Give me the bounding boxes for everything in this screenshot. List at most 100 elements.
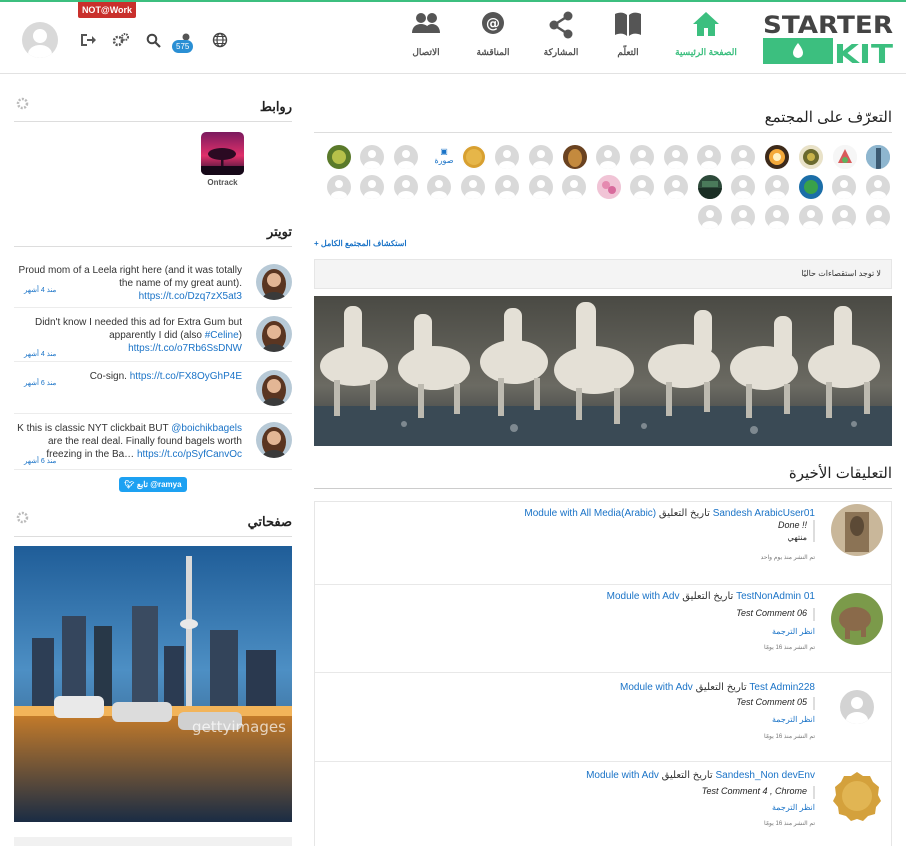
tweet-link[interactable]: https://t.co/pSyfCanvOc [137,449,242,460]
tweet-author-avatar[interactable] [256,370,292,406]
member-avatar-default[interactable] [832,205,856,229]
member-avatar-default[interactable] [698,205,722,229]
member-avatar-default[interactable] [596,145,620,169]
ontrack-link-image[interactable] [201,132,244,175]
member-avatar-default[interactable] [360,145,384,169]
commenter-avatar[interactable] [840,690,874,724]
member-avatar-default[interactable] [731,175,755,199]
ontrack-link-label[interactable]: Ontrack [196,178,249,187]
community-title: التعرّف على المجتمع [314,108,892,133]
tweet-text: K this is classic NYT clickbait BUT @boi… [17,423,242,460]
tweet-age[interactable]: منذ 6 أشهر [24,457,56,465]
comment-module-link[interactable]: Module with Adv [607,591,680,602]
member-avatar-default[interactable] [394,175,418,199]
bottom-widget-strip [14,837,292,846]
tweet-item: Didn't know I needed this ad for Extra G… [14,308,292,362]
comment-user-link[interactable]: Test Admin228 [749,682,815,693]
member-avatar[interactable] [597,175,621,199]
member-avatar-default[interactable] [495,145,519,169]
tweet-item: K this is classic NYT clickbait BUT @boi… [14,414,292,470]
member-avatar-default[interactable] [495,175,519,199]
member-avatar-default[interactable] [697,145,721,169]
nav-home[interactable]: الصفحة الرئيسية [671,8,741,66]
member-avatar-default[interactable] [832,175,856,199]
comment-module-link[interactable]: Module with All Media(Arabic) [524,508,656,519]
starter-kit-logo[interactable]: STARTER KIT [763,10,893,70]
svg-text:gettyimages: gettyimages [192,718,286,736]
member-avatar-default[interactable] [529,175,553,199]
notwork-badge[interactable]: NOT@Work [78,2,136,18]
member-avatar-default[interactable] [866,175,890,199]
tweet-link[interactable]: https://t.co/o7Rb6SsDNW [128,343,242,354]
member-avatar-default[interactable] [866,205,890,229]
tweet-mention[interactable]: @boichikbagels [171,423,242,434]
tweet-author-avatar[interactable] [256,264,292,300]
commenter-avatar[interactable] [831,593,883,645]
member-avatar-default[interactable] [360,175,384,199]
commenter-avatar[interactable] [831,770,883,822]
see-translation-link[interactable]: انظر الترجمة [772,803,815,812]
tweet-age[interactable]: منذ 4 أشهر [24,350,56,358]
comment-header: Module with Adv تاريخ التعليق Sandesh_No… [586,770,815,781]
see-translation-link[interactable]: انظر الترجمة [772,627,815,636]
member-avatar-default[interactable] [630,145,654,169]
comment-user-link[interactable]: TestNonAdmin 01 [736,591,815,602]
comment-user-link[interactable]: Sandesh ArabicUser01 [713,508,815,519]
tweet-author-avatar[interactable] [256,316,292,352]
member-avatar-default[interactable] [731,205,755,229]
search-icon[interactable] [141,28,165,52]
see-translation-link[interactable]: انظر الترجمة [772,715,815,724]
comment-item: Module with All Media(Arabic) تاريخ التع… [315,502,891,585]
member-avatar-default[interactable] [562,175,586,199]
horses-banner-image[interactable] [314,296,892,446]
member-avatar-default[interactable] [394,145,418,169]
tweet-link[interactable]: https://t.co/Dzq7zX5at3 [139,291,242,302]
member-avatar-default[interactable] [664,145,688,169]
member-avatar[interactable] [563,145,587,169]
nav-learn[interactable]: التعلّم [593,8,663,66]
explore-community-link[interactable]: + استكشاف المجتمع الكامل [314,239,407,248]
comment-module-link[interactable]: Module with Adv [620,682,693,693]
member-avatar-default[interactable] [765,205,789,229]
commenter-avatar[interactable] [831,504,883,556]
member-avatar[interactable] [462,145,486,169]
member-avatar[interactable] [866,145,890,169]
twitter-follow-button[interactable]: 🐦︎ تابع @ramya [119,477,187,492]
globe-icon[interactable] [208,28,232,52]
nav-share[interactable]: المشاركة [526,8,596,66]
tweet-author-avatar[interactable] [256,422,292,458]
comment-time: تم النشر منذ يوم واحد [760,555,815,561]
member-avatar-default[interactable] [529,145,553,169]
member-avatar-default[interactable] [664,175,688,199]
comment-module-link[interactable]: Module with Adv [586,770,659,781]
notification-count-badge[interactable]: 575 [172,40,194,53]
my-pages-city-image[interactable]: gettyimages [14,546,292,822]
nav-connect[interactable]: الاتصال [391,8,461,66]
member-avatar-default[interactable] [765,175,789,199]
member-avatar-default[interactable] [731,145,755,169]
tweet-hashtag[interactable]: #Celine [205,330,239,341]
at-icon: @ [458,11,528,41]
member-avatar-default[interactable] [327,175,351,199]
comment-user-link[interactable]: Sandesh_Non devEnv [715,770,815,781]
tweet-age[interactable]: منذ 6 أشهر [24,379,56,387]
member-avatar[interactable] [799,145,823,169]
member-avatar[interactable] [327,145,351,169]
logout-icon[interactable] [76,28,100,52]
nav-label: المناقشة [476,47,510,57]
nav-discuss[interactable]: @ المناقشة [458,8,528,66]
member-avatar-default[interactable] [799,205,823,229]
broken-member-image[interactable]: ▣ صورة [433,147,455,167]
member-avatar[interactable] [698,175,722,199]
member-avatar[interactable] [799,175,823,199]
member-avatar-default[interactable] [461,175,485,199]
member-avatar-default[interactable] [630,175,654,199]
tweet-link[interactable]: https://t.co/FX8OyGhP4E [130,371,242,382]
tweet-age[interactable]: منذ 4 أشهر [24,286,56,294]
member-avatar-default[interactable] [427,175,451,199]
comment-item: Module with Adv تاريخ التعليق TestNonAdm… [315,585,891,673]
member-avatar[interactable] [833,145,857,169]
settings-icon[interactable] [109,28,133,52]
user-avatar[interactable] [22,22,58,58]
member-avatar[interactable] [765,145,789,169]
